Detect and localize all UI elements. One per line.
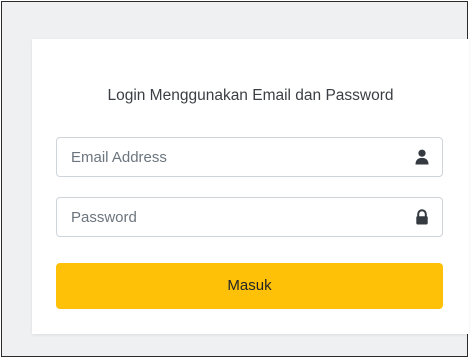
password-field[interactable] (56, 197, 443, 237)
login-card: Login Menggunakan Email dan Password Mas… (32, 39, 469, 334)
page-frame: Login Menggunakan Email dan Password Mas… (1, 1, 469, 357)
lock-icon (414, 209, 430, 225)
email-input[interactable] (57, 138, 401, 176)
email-field[interactable] (56, 137, 443, 177)
user-icon (414, 149, 430, 165)
login-submit-button[interactable]: Masuk (56, 263, 443, 309)
password-input[interactable] (57, 198, 401, 236)
login-title: Login Menggunakan Email dan Password (107, 87, 394, 104)
